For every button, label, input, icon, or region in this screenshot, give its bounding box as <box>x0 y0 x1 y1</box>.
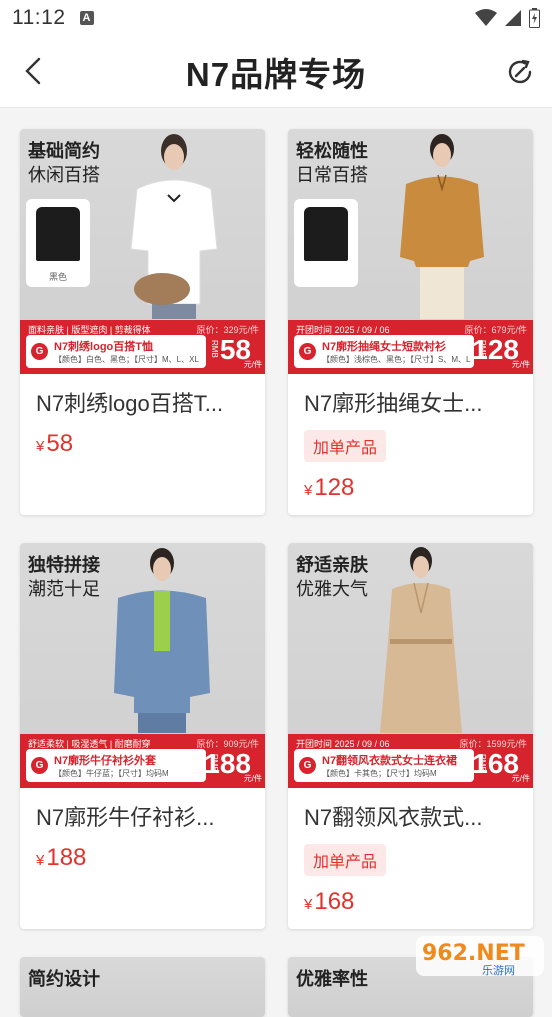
price-banner: 开团时间 2025 / 09 / 06 原价：1599元/件 G N7翻领风衣款… <box>288 734 533 788</box>
banner-unit: 元/件 <box>511 360 530 369</box>
currency-symbol: ¥ <box>304 896 313 913</box>
brand-g-icon: G <box>31 757 48 774</box>
product-headline: 独特拼接 <box>28 555 100 575</box>
thumb-label: 黑色 <box>48 272 67 282</box>
banner-unit: 元/件 <box>243 360 262 369</box>
model-figure <box>380 547 462 733</box>
product-price: ¥128 <box>304 474 533 502</box>
price-banner: 开团时间 2025 / 09 / 06 原价：679元/件 G N7廓形抽绳女士… <box>288 320 533 374</box>
product-subline: 日常百搭 <box>296 165 368 185</box>
product-name[interactable]: N7廓形牛仔衬衫... <box>36 800 249 832</box>
product-price: ¥58 <box>36 430 265 458</box>
model-figure <box>400 134 484 319</box>
product-subline: 潮范十足 <box>28 579 100 599</box>
banner-product-spec: 【颜色】牛仔蓝；【尺寸】均码M <box>54 769 169 778</box>
banner-unit: 元/件 <box>511 774 530 783</box>
product-name[interactable]: N7廓形抽绳女士... <box>304 386 517 418</box>
color-thumbnail <box>294 199 358 287</box>
banner-unit: 元/件 <box>243 774 262 783</box>
price-value: 128 <box>314 474 355 501</box>
product-subline: 优雅大气 <box>296 579 368 599</box>
status-icons <box>475 8 540 28</box>
product-image: 轻松随性 日常百搭 开团时间 2025 / 09 / 06 原价：679元/件 … <box>288 129 533 374</box>
product-image: 舒适亲肤 优雅大气 开团时间 2025 / 09 / 06 原价：1599元/件… <box>288 543 533 788</box>
price-banner: 舒适柔软 | 吸湿透气 | 耐磨耐穿 原价：909元/件 G N7廓形牛仔衬衫外… <box>20 734 265 788</box>
nav-bar: N7品牌专场 <box>0 36 552 108</box>
product-card[interactable]: 基础简约 休闲百搭 黑色 面料亲肤 | 版型遮肉 | 剪裁得体 原价：329元/… <box>20 129 265 515</box>
currency-symbol: ¥ <box>304 482 313 499</box>
banner-product-name: N7廓形牛仔衬衫外套 <box>54 755 157 767</box>
banner-product-spec: 【颜色】浅棕色、黑色；【尺寸】S、M、L <box>322 355 471 364</box>
price-banner: 面料亲肤 | 版型遮肉 | 剪裁得体 原价：329元/件 G N7刺绣logo百… <box>20 320 265 374</box>
product-card[interactable]: 独特拼接 潮范十足 舒适柔软 | 吸湿透气 | 耐磨耐穿 原价：909元/件 G… <box>20 543 265 929</box>
product-image: 简约设计 <box>20 957 265 1017</box>
status-bar: 11:12 A <box>0 0 552 36</box>
banner-product-name: N7翻领风衣款式女士连衣裙 <box>322 755 458 767</box>
banner-name-pill: G N7廓形抽绳女士短款衬衫 【颜色】浅棕色、黑色；【尺寸】S、M、L <box>294 335 474 368</box>
status-time: 11:12 <box>12 6 66 29</box>
signal-icon <box>505 10 521 26</box>
product-card[interactable]: 简约设计 <box>20 957 265 1017</box>
banner-name-pill: G N7廓形牛仔衬衫外套 【颜色】牛仔蓝；【尺寸】均码M <box>26 749 206 782</box>
black-shirt-thumb <box>36 207 80 261</box>
a-icon: A <box>79 11 94 25</box>
brand-g-icon: G <box>299 343 316 360</box>
add-order-tag: 加单产品 <box>304 430 387 462</box>
watermark-logo: 962.NET 乐游网 <box>416 936 544 977</box>
add-order-tag: 加单产品 <box>304 844 387 876</box>
banner-name-pill: G N7刺绣logo百搭T恤 【颜色】白色、黑色；【尺寸】M、L、XL <box>26 335 206 368</box>
product-name[interactable]: N7翻领风衣款式... <box>304 800 517 832</box>
banner-product-name: N7廓形抽绳女士短款衬衫 <box>322 341 447 353</box>
product-headline: 舒适亲肤 <box>296 555 368 575</box>
product-card[interactable]: 舒适亲肤 优雅大气 开团时间 2025 / 09 / 06 原价：1599元/件… <box>288 543 533 929</box>
product-name[interactable]: N7刺绣logo百搭T... <box>36 386 249 418</box>
product-headline: 简约设计 <box>28 969 100 989</box>
wifi-icon <box>475 9 497 26</box>
watermark-text: 962.NET <box>422 941 525 966</box>
page-title: N7品牌专场 <box>185 55 367 93</box>
brand-g-icon: G <box>299 757 316 774</box>
price-value: 58 <box>46 430 74 457</box>
banner-product-name: N7刺绣logo百搭T恤 <box>54 341 153 353</box>
brand-g-icon: G <box>31 343 48 360</box>
price-value: 188 <box>46 844 87 871</box>
banner-product-spec: 【颜色】白色、黑色；【尺寸】M、L、XL <box>54 355 199 364</box>
battery-icon <box>529 8 540 28</box>
chevron-left-icon[interactable] <box>18 54 52 88</box>
watermark-subtext: 乐游网 <box>482 964 515 977</box>
model-figure <box>114 548 210 733</box>
product-price: ¥168 <box>304 888 533 916</box>
model-figure <box>130 134 218 319</box>
product-headline: 轻松随性 <box>296 141 368 161</box>
product-card[interactable]: 轻松随性 日常百搭 开团时间 2025 / 09 / 06 原价：679元/件 … <box>288 129 533 515</box>
product-subline: 休闲百搭 <box>28 165 100 185</box>
banner-product-spec: 【颜色】卡其色；【尺寸】均码M <box>322 769 437 778</box>
product-image: 独特拼接 潮范十足 舒适柔软 | 吸湿透气 | 耐磨耐穿 原价：909元/件 G… <box>20 543 265 788</box>
banner-name-pill: G N7翻领风衣款式女士连衣裙 【颜色】卡其色；【尺寸】均码M <box>294 749 474 782</box>
product-headline: 基础简约 <box>28 141 100 161</box>
currency-symbol: ¥ <box>36 852 45 869</box>
price-value: 168 <box>314 888 355 915</box>
black-shirt-thumb <box>304 207 348 261</box>
currency-symbol: ¥ <box>36 438 45 455</box>
product-headline: 优雅率性 <box>296 969 368 989</box>
product-image: 基础简约 休闲百搭 黑色 面料亲肤 | 版型遮肉 | 剪裁得体 原价：329元/… <box>20 129 265 374</box>
product-price: ¥188 <box>36 844 265 872</box>
refresh-icon[interactable] <box>504 56 536 88</box>
banner-currency: RMB <box>210 340 219 358</box>
color-thumbnail: 黑色 <box>26 199 90 287</box>
